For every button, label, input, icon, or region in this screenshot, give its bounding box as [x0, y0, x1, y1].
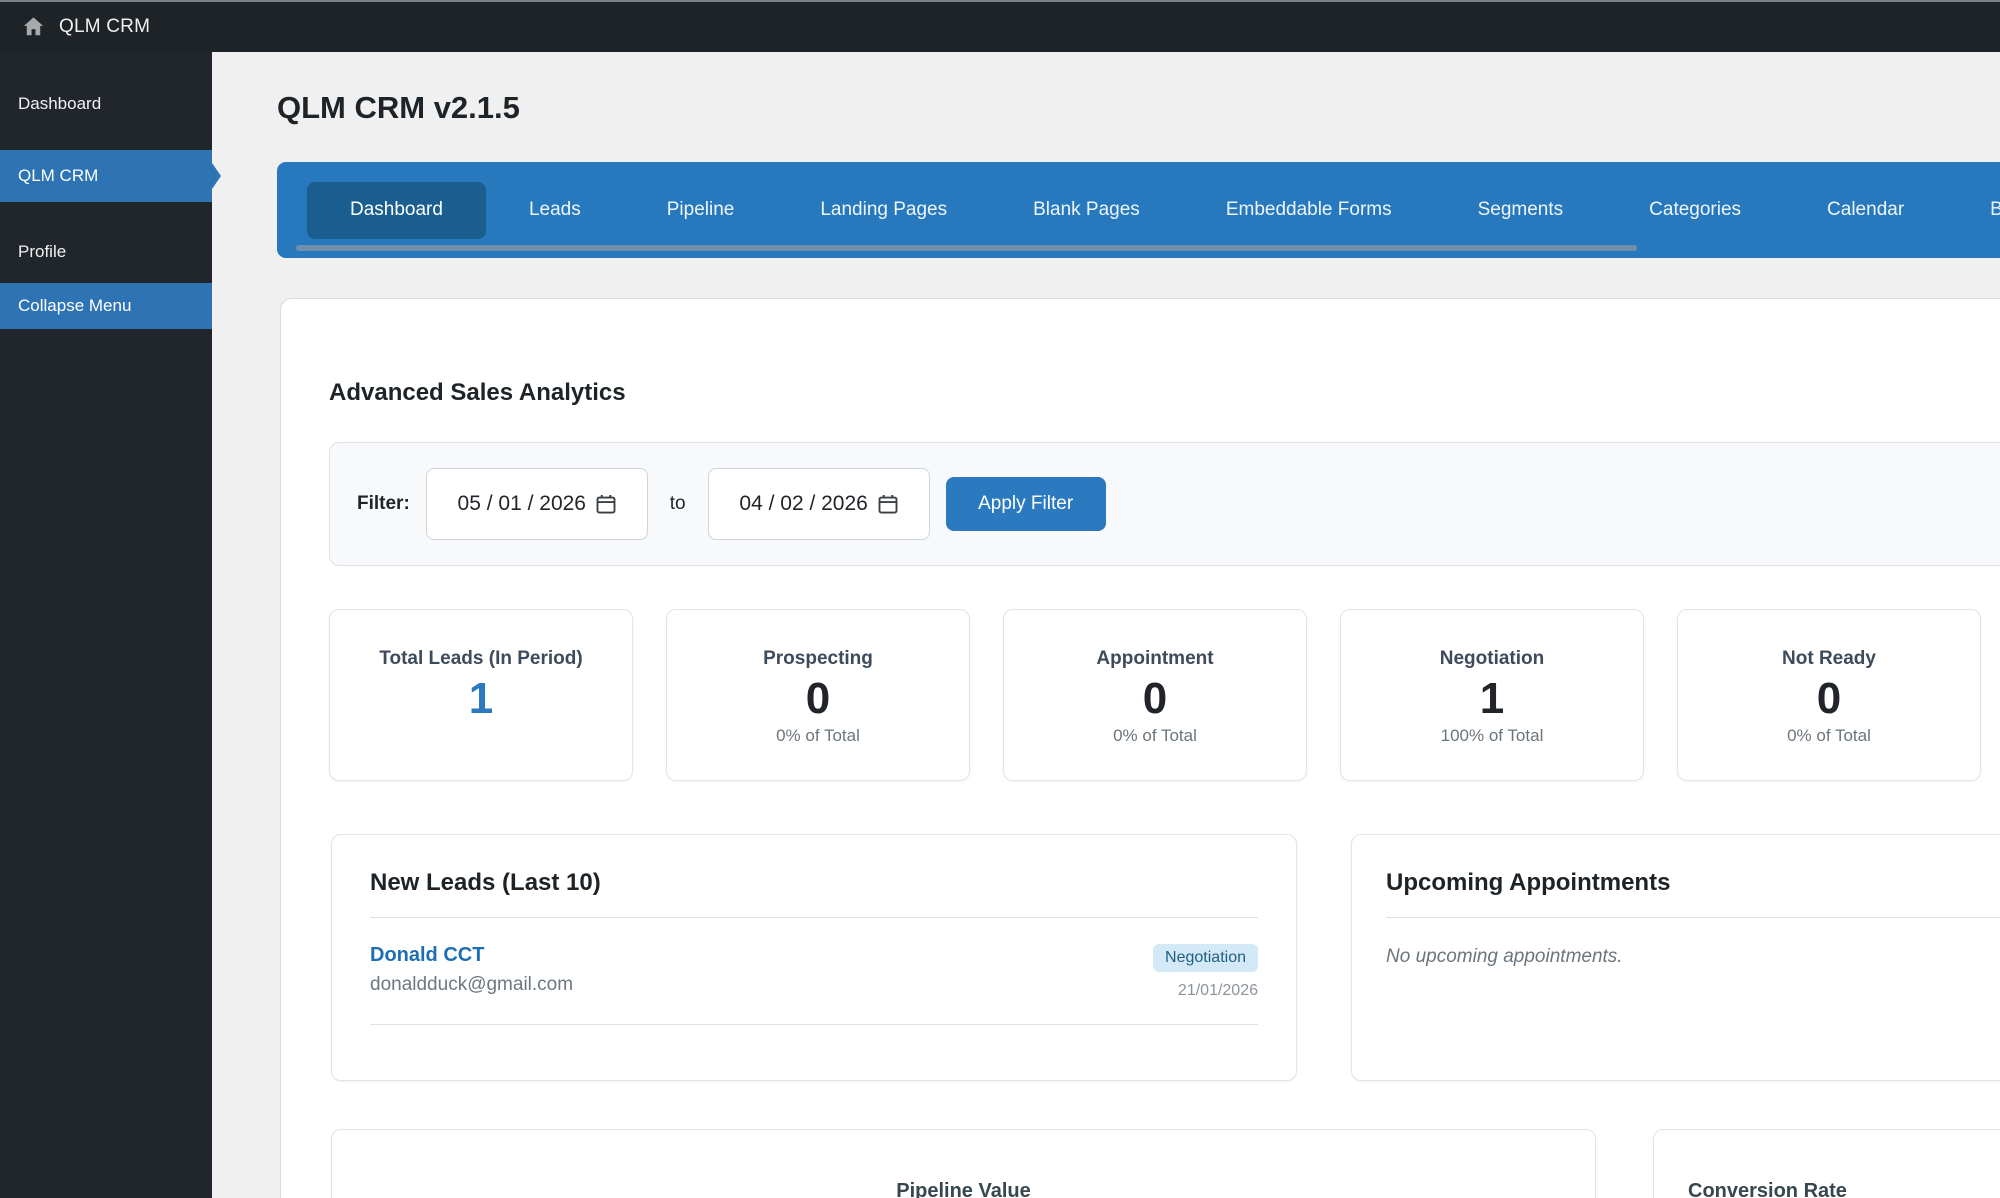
new-leads-heading: New Leads (Last 10) — [370, 869, 1258, 918]
stat-value: 0 — [1143, 674, 1167, 725]
home-icon[interactable] — [22, 16, 45, 38]
conversion-rate-title: Conversion Rate — [1688, 1180, 2000, 1198]
tab-booking[interactable]: Booking — [1947, 182, 2000, 239]
sidebar-item-collapse-menu[interactable]: Collapse Menu — [0, 283, 212, 329]
appointments-empty-message: No upcoming appointments. — [1386, 946, 2000, 968]
main-navbar: Dashboard Leads Pipeline Landing Pages B… — [277, 162, 2000, 258]
appointments-heading: Upcoming Appointments — [1386, 869, 2000, 918]
tab-blank-pages[interactable]: Blank Pages — [990, 182, 1183, 239]
lead-status-badge: Negotiation — [1153, 944, 1258, 972]
tab-landing-pages[interactable]: Landing Pages — [777, 182, 990, 239]
admin-sidebar: Dashboard QLM CRM Profile Collapse Menu — [0, 52, 212, 1198]
tab-segments[interactable]: Segments — [1435, 182, 1607, 239]
analytics-heading: Advanced Sales Analytics — [329, 379, 626, 407]
stat-value: 0 — [1817, 674, 1841, 725]
tab-dashboard[interactable]: Dashboard — [307, 182, 486, 239]
stat-value: 0 — [806, 674, 830, 725]
stat-value: 1 — [1480, 674, 1504, 725]
upcoming-appointments-card: Upcoming Appointments No upcoming appoin… — [1351, 834, 2000, 1081]
tab-pipeline[interactable]: Pipeline — [624, 182, 778, 239]
date-from-input[interactable]: 05 / 01 / 2026 — [426, 468, 648, 540]
filter-to-label: to — [670, 493, 686, 515]
stat-card-total-leads: Total Leads (In Period) 1 — [329, 609, 633, 781]
stats-row: Total Leads (In Period) 1 Prospecting 0 … — [329, 609, 1981, 781]
calendar-icon[interactable] — [596, 494, 616, 514]
sidebar-item-profile[interactable]: Profile — [0, 230, 212, 274]
date-filter-bar: Filter: 05 / 01 / 2026 to 04 / 02 / 2026 — [329, 442, 2000, 566]
lead-row: Donald CCT donaldduck@gmail.com Negotiat… — [370, 944, 1258, 1025]
sidebar-item-dashboard[interactable]: Dashboard — [0, 82, 212, 126]
apply-filter-button[interactable]: Apply Filter — [946, 477, 1106, 531]
lead-date: 21/01/2026 — [1178, 982, 1258, 1000]
tab-embeddable-forms[interactable]: Embeddable Forms — [1183, 182, 1435, 239]
stat-card-appointment: Appointment 0 0% of Total — [1003, 609, 1307, 781]
stat-card-negotiation: Negotiation 1 100% of Total — [1340, 609, 1644, 781]
tab-categories[interactable]: Categories — [1606, 182, 1784, 239]
new-leads-card: New Leads (Last 10) Donald CCT donaldduc… — [331, 834, 1297, 1081]
stat-value: 1 — [469, 674, 493, 725]
conversion-rate-card: Conversion Rate — [1653, 1129, 2000, 1198]
filter-label: Filter: — [357, 493, 410, 515]
page-title: QLM CRM v2.1.5 — [277, 90, 520, 126]
pipeline-value-card: Pipeline Value — [331, 1129, 1596, 1198]
nav-tab-list: Dashboard Leads Pipeline Landing Pages B… — [277, 162, 2000, 258]
tab-leads[interactable]: Leads — [486, 182, 624, 239]
sidebar-item-qlm-crm[interactable]: QLM CRM — [0, 150, 212, 202]
topbar-brand[interactable]: QLM CRM — [59, 16, 150, 38]
stat-card-not-ready: Not Ready 0 0% of Total — [1677, 609, 1981, 781]
lead-email: donaldduck@gmail.com — [370, 974, 573, 996]
lead-name-link[interactable]: Donald CCT — [370, 944, 573, 967]
top-admin-bar: QLM CRM — [0, 0, 2000, 52]
stat-card-prospecting: Prospecting 0 0% of Total — [666, 609, 970, 781]
date-to-input[interactable]: 04 / 02 / 2026 — [708, 468, 930, 540]
dashboard-panel: Advanced Sales Analytics Filter: 05 / 01… — [280, 298, 2000, 1198]
nav-horizontal-scrollbar[interactable] — [296, 245, 1637, 251]
tab-calendar[interactable]: Calendar — [1784, 182, 1947, 239]
calendar-icon[interactable] — [878, 494, 898, 514]
pipeline-value-title: Pipeline Value — [332, 1180, 1595, 1198]
